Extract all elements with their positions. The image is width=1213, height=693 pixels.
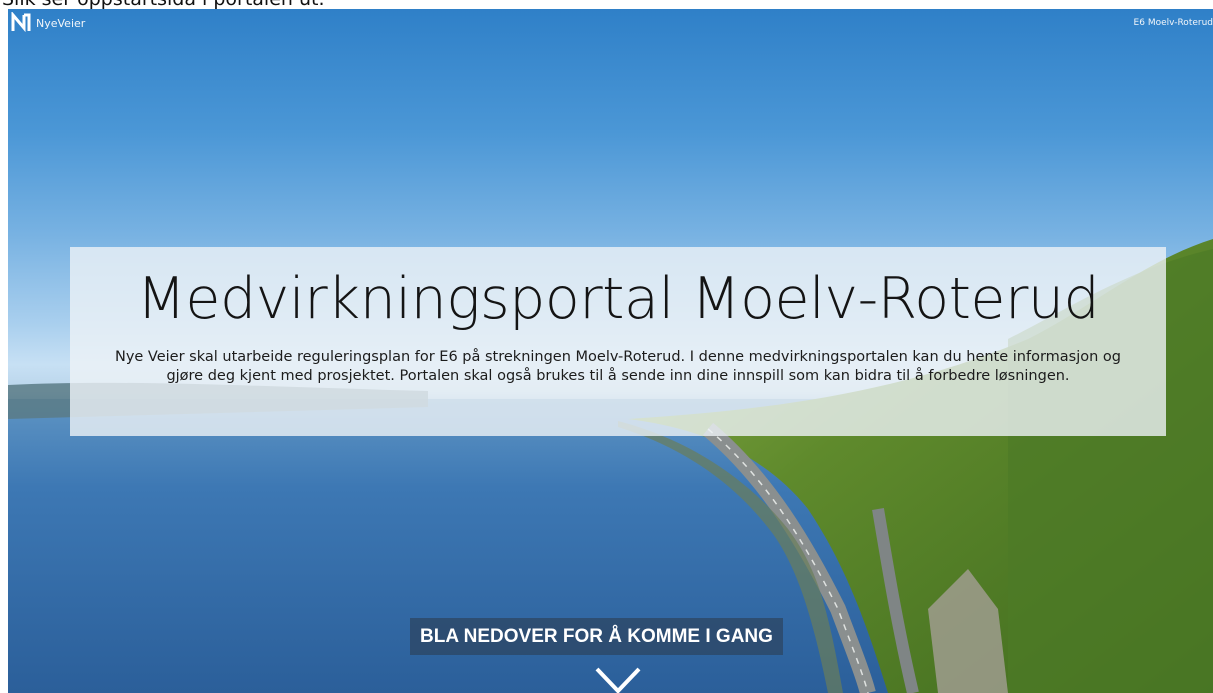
intro-panel: Medvirkningsportal Moelv-Roterud Nye Vei… [70,247,1166,436]
scroll-prompt[interactable]: BLA NEDOVER FOR Å KOMME I GANG [410,618,783,655]
brand-name[interactable]: NyeVeier [36,17,85,30]
nye-veier-logo-icon [11,12,31,33]
page-title: Medvirkningsportal Moelv-Roterud [136,266,1100,332]
top-nav[interactable]: NyeVeier [10,12,85,34]
page-caption: Slik ser oppstartsida i portalen ut. [0,0,1213,9]
hero-section: NyeVeier E6 Moelv-Roterud Medvirkningspo… [8,9,1213,693]
chevron-down-icon[interactable] [594,665,642,693]
intro-text: Nye Veier skal utarbeide reguleringsplan… [114,349,1122,384]
caption-text: Slik ser oppstartsida i portalen ut. [2,0,325,9]
project-name: E6 Moelv-Roterud [1133,18,1213,28]
